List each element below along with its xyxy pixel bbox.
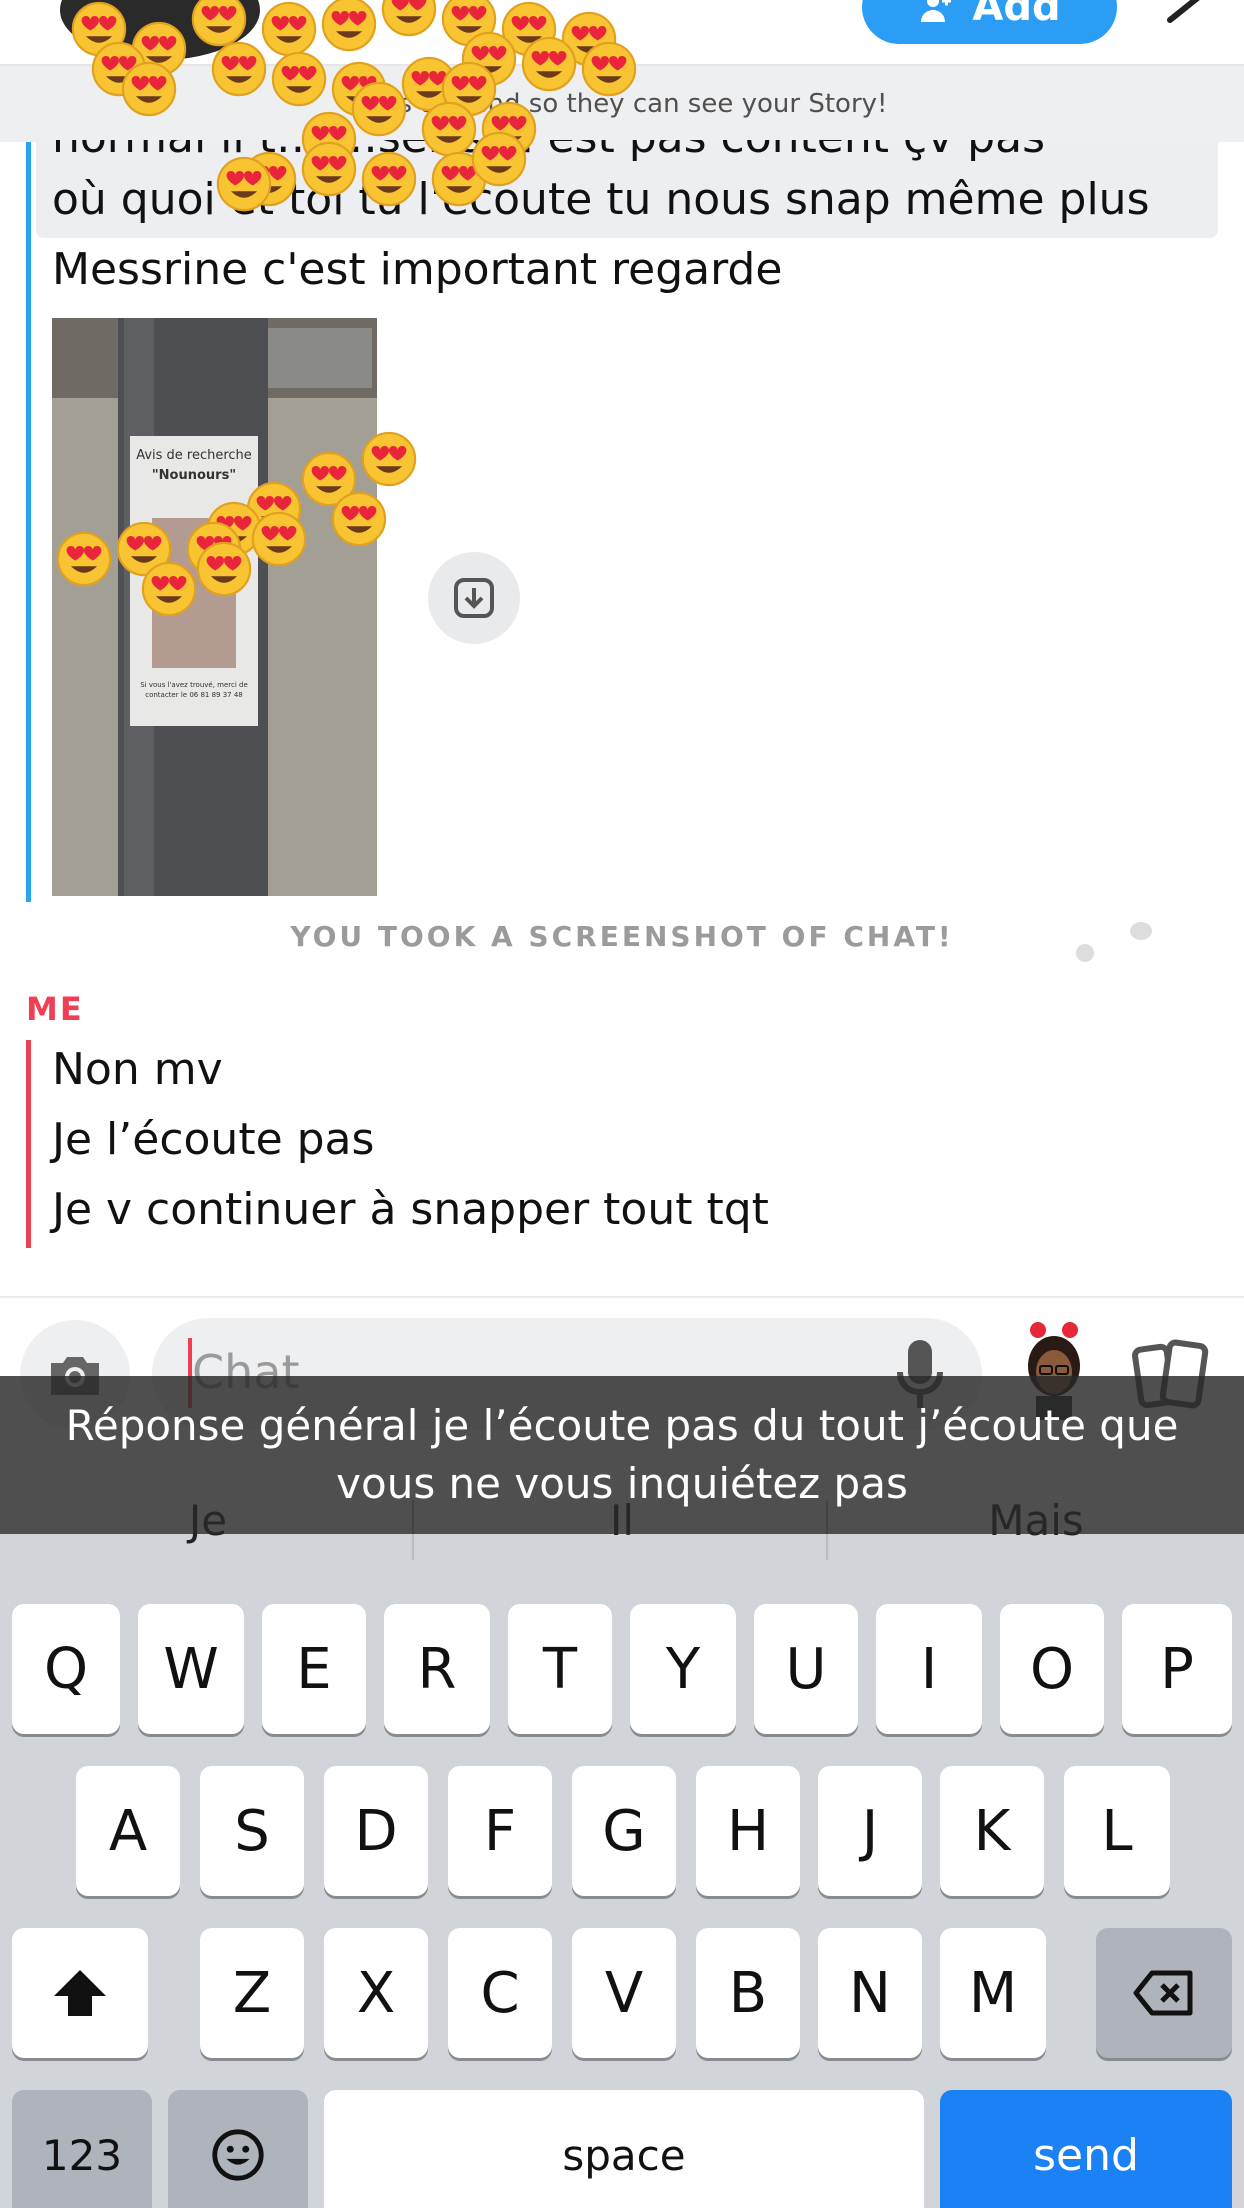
heart-eyes-emoji-icon — [251, 511, 307, 567]
photo-pole-image — [52, 318, 377, 896]
me-message-bar — [26, 1040, 31, 1248]
key-t[interactable]: T — [508, 1604, 612, 1734]
heart-eyes-emoji-icon — [216, 156, 272, 212]
person-add-icon — [921, 0, 952, 22]
friend-message-bar — [26, 142, 31, 902]
heart-eyes-emoji-icon — [351, 81, 407, 137]
key-x[interactable]: X — [324, 1928, 428, 2058]
heart-eyes-emoji-icon — [581, 41, 637, 97]
key-w[interactable]: W — [138, 1604, 244, 1734]
me-message-line[interactable]: Je l’écoute pas — [52, 1114, 374, 1165]
key-o[interactable]: O — [1000, 1604, 1104, 1734]
numbers-key[interactable]: 123 — [12, 2090, 152, 2208]
key-g[interactable]: G — [572, 1766, 676, 1896]
heart-eyes-emoji-icon — [121, 61, 177, 117]
heart-eyes-emoji-icon — [381, 0, 437, 37]
add-friend-button[interactable]: Add — [862, 0, 1117, 44]
heart-eyes-emoji-icon — [321, 0, 377, 52]
key-n[interactable]: N — [818, 1928, 922, 2058]
add-button-label: Add — [972, 0, 1061, 30]
key-f[interactable]: F — [448, 1766, 552, 1896]
heart-eyes-emoji-icon — [196, 541, 252, 597]
me-label: ME — [26, 990, 84, 1028]
key-r[interactable]: R — [384, 1604, 490, 1734]
key-j[interactable]: J — [818, 1766, 922, 1896]
backspace-icon — [1133, 1970, 1193, 2016]
screenshot-notice: YOU TOOK A SCREENSHOT OF CHAT! — [290, 920, 954, 953]
heart-eyes-emoji-icon — [361, 431, 417, 487]
heart-eyes-emoji-icon — [521, 36, 577, 92]
key-h[interactable]: H — [696, 1766, 800, 1896]
key-p[interactable]: P — [1122, 1604, 1232, 1734]
snapchat-chat-screen: Add …as a friend so they can see your St… — [0, 0, 1244, 2208]
key-c[interactable]: C — [448, 1928, 552, 2058]
typing-dot — [1076, 944, 1094, 962]
shared-photo[interactable]: Avis de recherche "Nounours" Si vous l'a… — [52, 318, 377, 896]
emoji-icon — [212, 2129, 264, 2181]
heart-eyes-emoji-icon — [361, 151, 417, 207]
save-media-button[interactable] — [428, 552, 520, 644]
photo-subtitle: "Nounours" — [151, 468, 237, 483]
key-v[interactable]: V — [572, 1928, 676, 2058]
heart-eyes-emoji-icon — [271, 51, 327, 107]
key-b[interactable]: B — [696, 1928, 800, 2058]
backspace-key[interactable] — [1096, 1928, 1232, 2058]
save-download-icon — [454, 578, 494, 618]
key-d[interactable]: D — [324, 1766, 428, 1896]
me-message-line[interactable]: Non mv — [52, 1044, 223, 1095]
space-key[interactable]: space — [324, 2090, 924, 2208]
photo-title: Avis de recherche — [136, 448, 252, 463]
heart-eyes-emoji-icon — [471, 131, 527, 187]
heart-eyes-emoji-icon — [211, 41, 267, 97]
shift-key[interactable] — [12, 1928, 148, 2058]
key-z[interactable]: Z — [200, 1928, 304, 2058]
key-l[interactable]: L — [1064, 1766, 1170, 1896]
more-icon[interactable] — [1160, 0, 1210, 30]
key-m[interactable]: M — [940, 1928, 1046, 2058]
key-s[interactable]: S — [200, 1766, 304, 1896]
key-k[interactable]: K — [940, 1766, 1044, 1896]
key-q[interactable]: Q — [12, 1604, 120, 1734]
caption-overlay: Réponse général je l’écoute pas du tout … — [0, 1376, 1244, 1534]
shift-icon — [54, 1970, 106, 2016]
emoji-key[interactable] — [168, 2090, 308, 2208]
heart-eyes-emoji-icon — [301, 141, 357, 197]
heart-eyes-emoji-icon — [141, 561, 197, 617]
typing-dot — [1130, 922, 1152, 940]
send-key[interactable]: send — [940, 2090, 1232, 2208]
heart-eyes-emoji-icon — [331, 491, 387, 547]
photo-contact: Si vous l'avez trouvé, merci de contacte… — [140, 681, 248, 699]
friend-message-line[interactable]: Messrine c'est important regarde — [52, 244, 782, 295]
me-message-line[interactable]: Je v continuer à snapper tout tqt — [52, 1184, 769, 1235]
key-u[interactable]: U — [754, 1604, 858, 1734]
key-y[interactable]: Y — [630, 1604, 736, 1734]
key-i[interactable]: I — [876, 1604, 982, 1734]
heart-eyes-emoji-icon — [56, 531, 112, 587]
key-a[interactable]: A — [76, 1766, 180, 1896]
key-e[interactable]: E — [262, 1604, 366, 1734]
